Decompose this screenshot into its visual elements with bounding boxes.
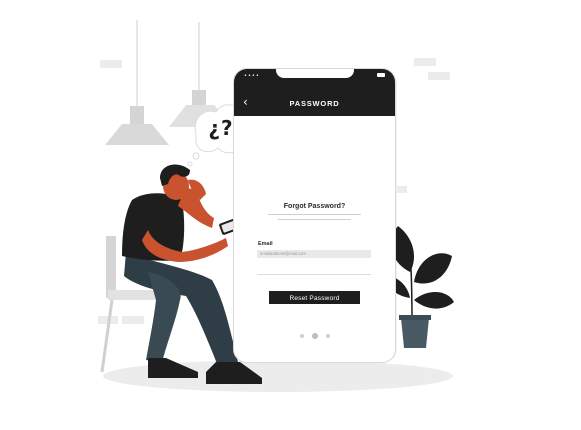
battery-icon [377,73,385,77]
wall-brick [414,58,436,66]
divider [257,274,371,275]
plant-pot [401,318,429,348]
plant-pot-rim [399,315,431,320]
bubble-tail [192,152,200,160]
page-dot-active[interactable] [312,333,318,339]
reset-password-button[interactable]: Reset Password [269,291,360,304]
plant-leaf [414,291,454,309]
phone-header: •••• ‹ PASSWORD [234,69,395,116]
phone-frame: •••• ‹ PASSWORD Forgot Password? Email e… [233,68,396,363]
page-dot[interactable] [300,334,304,338]
wall-brick [122,316,144,324]
lamp-cap [192,90,206,105]
forgot-password-heading: Forgot Password? [283,203,346,210]
lamp-shade [105,124,169,145]
page-indicator [300,333,330,339]
phone-notch [276,69,354,78]
chair-back [106,236,116,298]
chair-leg [100,299,114,373]
illustration-scene: ¿? •••• ‹ PASSWORD Forgot Password? Emai… [0,0,581,430]
divider [278,219,351,220]
wall-brick [100,60,122,68]
lamp-cap [130,106,144,124]
plant-leaf [414,253,452,284]
wall-brick [428,72,450,80]
email-field[interactable]: emailaddress@mail.com [257,250,371,258]
page-dot[interactable] [326,334,330,338]
email-label: Email [258,241,273,247]
screen-title: PASSWORD [289,99,340,108]
divider [268,214,361,215]
person-leg [124,252,238,366]
signal-icon: •••• [244,73,260,79]
bubble-tail [187,161,193,167]
